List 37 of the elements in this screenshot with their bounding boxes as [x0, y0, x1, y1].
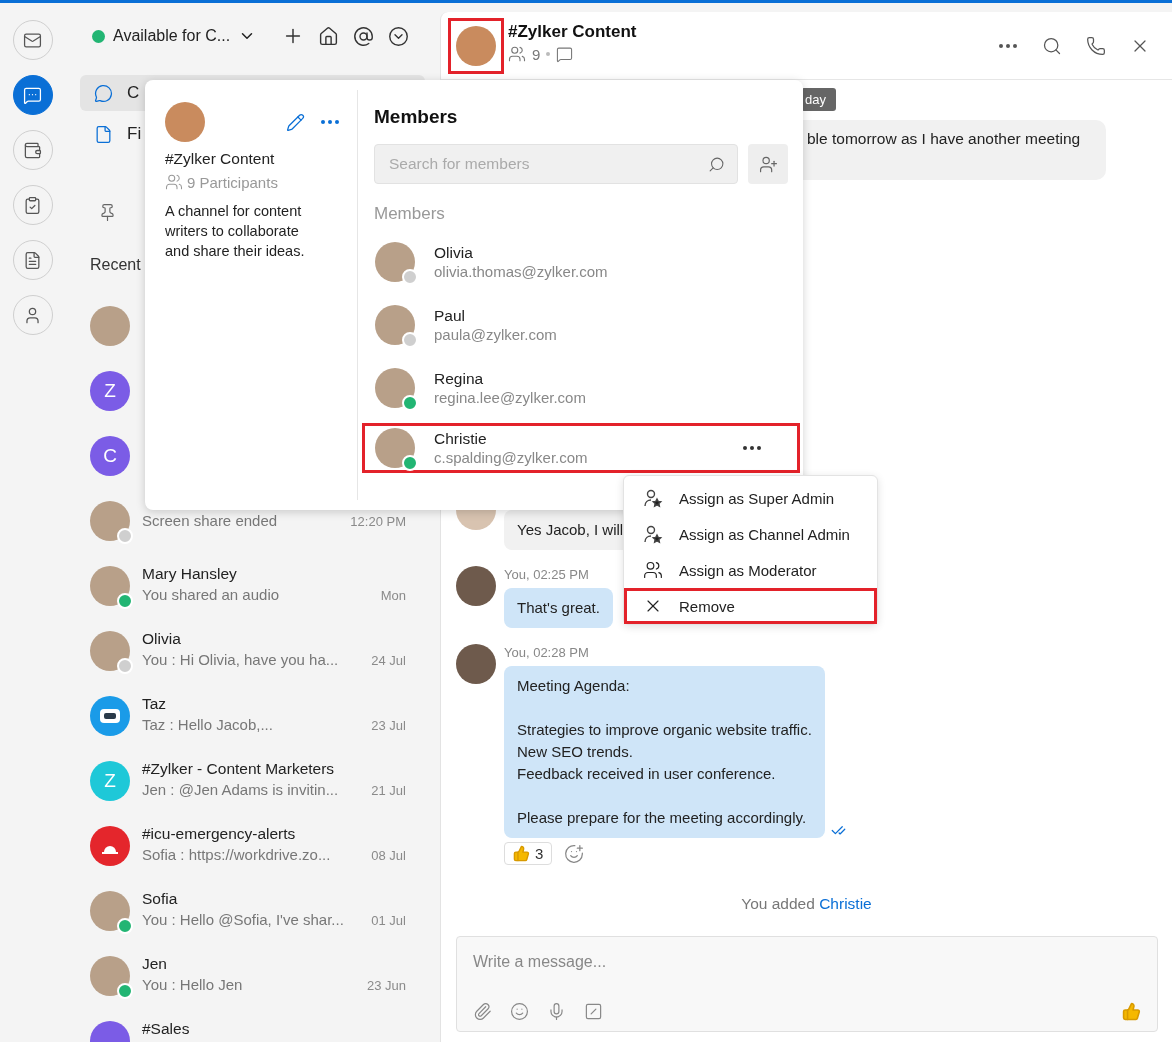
section-label: Members: [374, 204, 446, 224]
message-meta: You, 02:28 PM: [504, 645, 589, 660]
letter-avatar: C: [90, 435, 130, 476]
message-meta: You, 02:25 PM: [504, 567, 589, 582]
member-email: paula@zylker.com: [434, 325, 558, 343]
member-count: 9: [532, 45, 541, 63]
letter-avatar: Z: [90, 370, 130, 411]
members-title: Members: [374, 106, 459, 128]
chat-time: 08 Jul: [371, 847, 406, 863]
system-note: You added Christie: [741, 895, 872, 913]
member-email: olivia.thomas@zylker.com: [434, 262, 609, 280]
chat-preview: You : Hi Olivia, have you ha...: [142, 650, 339, 668]
channel-description: A channel for content writers to collaborate and share their ideas.: [165, 202, 306, 261]
chat-preview: Sofia : https://workdrive.zo...: [142, 845, 331, 863]
channel-title: #Zylker Content: [508, 22, 638, 42]
chat-preview: Screen share ended: [142, 512, 278, 529]
chat-preview: You : Hello @Sofia, I've shar...: [142, 910, 344, 928]
chat-time: 24 Jul: [371, 652, 406, 668]
chat-time: 23 Jun: [366, 977, 406, 993]
chat-preview: You : Hello Jen: [142, 975, 243, 993]
chat-time: 01 Jul: [371, 912, 406, 928]
date-chip: day: [801, 88, 836, 111]
chat-time: Mon: [380, 587, 406, 603]
chat-preview: Taz : Hello Jacob,...: [142, 715, 273, 733]
participants-count: 9 Participants: [187, 173, 278, 191]
chat-preview: You shared an audio: [142, 585, 280, 603]
channel-name: #Zylker Content: [165, 150, 276, 168]
chat-time: 12:20 PM: [350, 514, 406, 529]
section-title: Recent: [90, 256, 141, 275]
message-bubble: Meeting Agenda: Strategies to improve organic website traffic. New SEO trends. Feedback received in user conference. Please prepare for the meeting accordingly.: [504, 666, 825, 838]
chat-time: 23 Jul: [371, 717, 406, 733]
member-email: regina.lee@zylker.com: [434, 388, 587, 406]
letter-avatar: Z: [90, 760, 130, 801]
chat-time: 21 Jul: [371, 782, 406, 798]
message-bubble: That's great.: [504, 588, 613, 628]
chat-preview: Jen : @Jen Adams is invitin...: [142, 780, 339, 798]
member-email: c.spalding@zylker.com: [434, 449, 589, 466]
